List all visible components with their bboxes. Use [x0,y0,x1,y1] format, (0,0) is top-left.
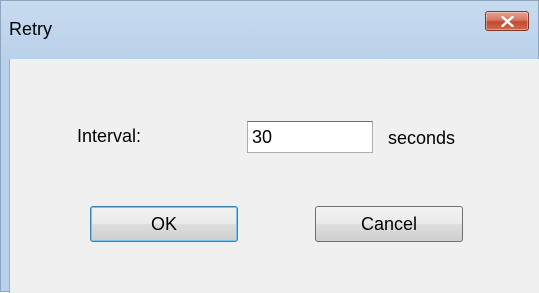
ok-button[interactable]: OK [90,206,238,242]
window-title: Retry [9,19,53,39]
close-button[interactable] [485,11,529,31]
interval-label: Interval: [77,126,142,146]
interval-input[interactable] [247,121,373,153]
dialog-body: Interval: seconds OK Cancel [9,59,539,293]
close-icon [501,16,514,27]
seconds-label: seconds [388,128,456,148]
title-bar[interactable]: Retry [1,1,538,59]
retry-dialog: Retry Interval: seconds OK Cancel [0,0,539,293]
cancel-button[interactable]: Cancel [315,206,463,242]
